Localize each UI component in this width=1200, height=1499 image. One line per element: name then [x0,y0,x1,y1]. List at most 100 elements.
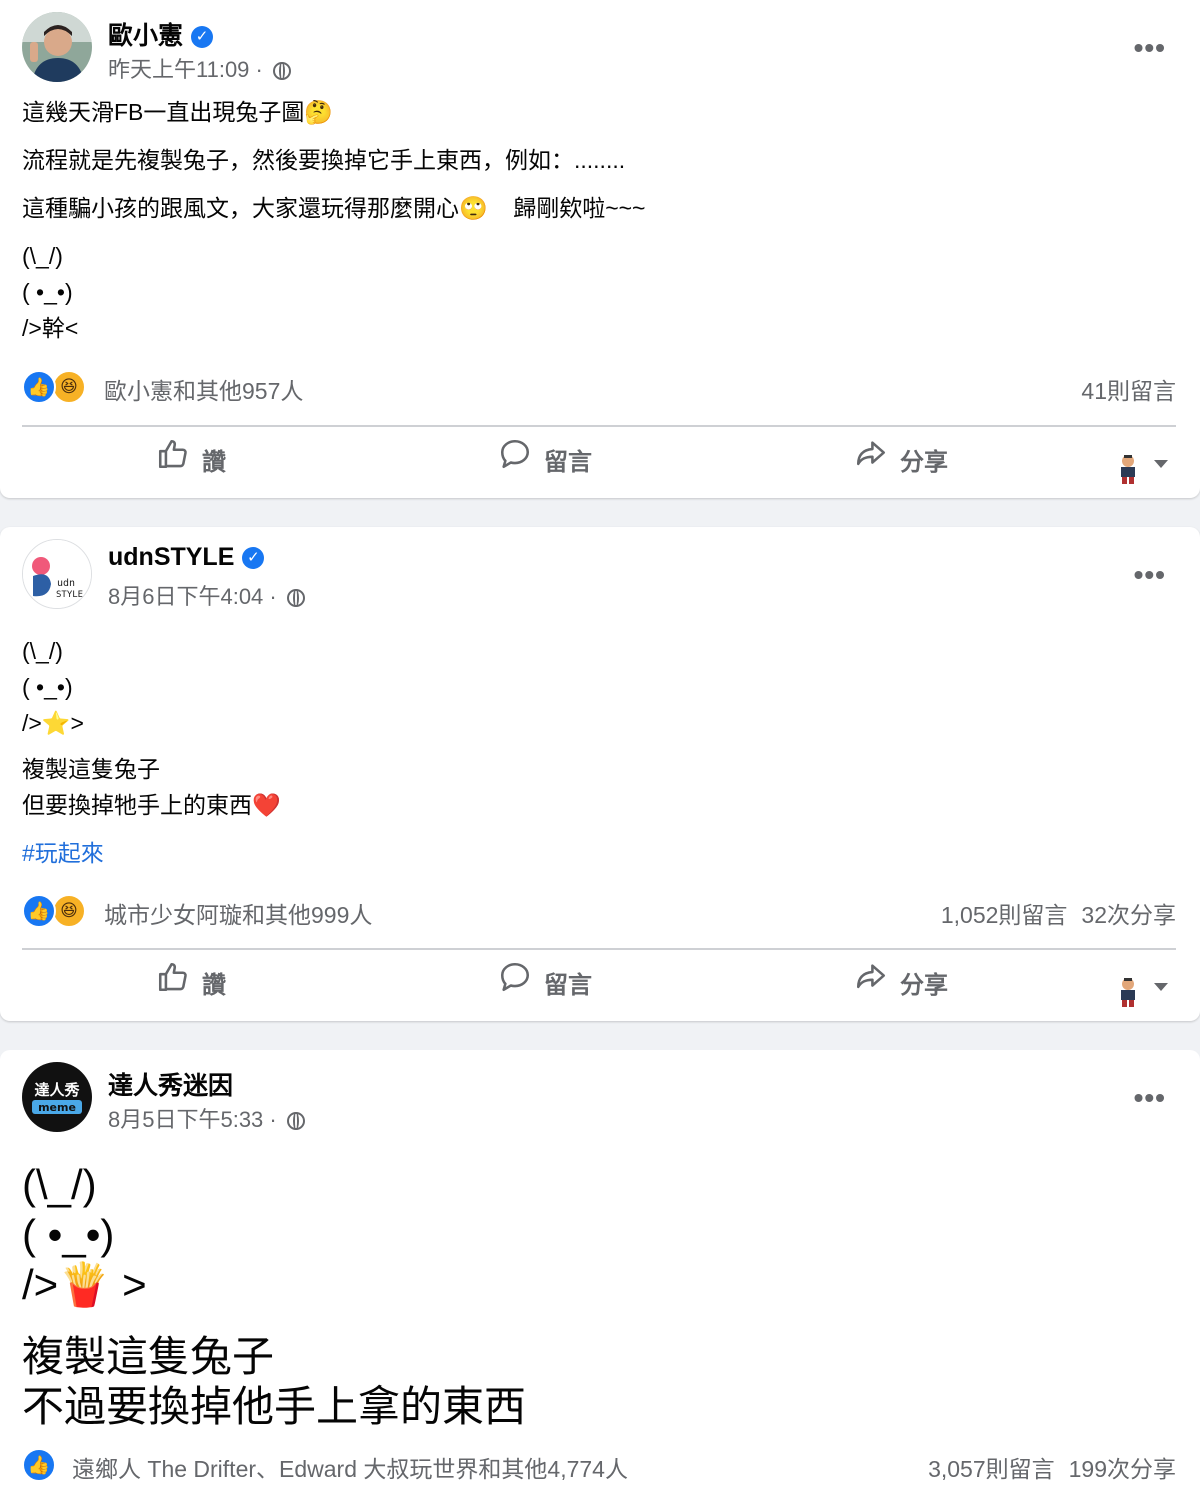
timestamp-text[interactable]: 昨天上午11:09 · [108,57,263,82]
avatar-logo-meme: meme [38,1101,76,1114]
thumbs-up-icon [156,434,190,494]
like-label: 讚 [202,449,226,476]
comments-count[interactable]: 1,052則留言 [941,902,1068,928]
thumbs-up-icon [156,957,190,1017]
page-avatar-icon [1112,448,1144,484]
post-text-line: ( •_•) [22,279,73,305]
like-label: 讚 [202,972,226,999]
post-text-line: 這幾天滑FB一直出現兔子圖🤔 [22,99,334,125]
comment-button[interactable]: 留言 [498,433,592,493]
reactions-summary[interactable]: 歐小憲和其他957人 [104,372,303,406]
comments-count[interactable]: 41則留言 [1081,378,1176,404]
shares-count[interactable]: 32次分享 [1081,902,1176,928]
post-body: 這幾天滑FB一直出現兔子圖🤔 流程就是先複製兔子，然後要換掉它手上東西，例如：.… [22,94,1178,346]
post-header: 歐小憲 ✓ 昨天上午11:09 · ••• [22,12,1178,82]
engagement-counts: 3,057則留言 199次分享 [928,1450,1176,1484]
chevron-down-icon [1154,982,1168,991]
timestamp-text[interactable]: 8月6日下午4:04 · [108,584,277,609]
comment-button[interactable]: 留言 [498,956,592,1016]
author-name-text[interactable]: 歐小憲 [108,22,183,50]
engagement-counts: 41則留言 [1081,372,1176,406]
share-arrow-icon [854,957,888,1017]
post-text-line: 這種騙小孩的跟風文，大家還玩得那麼開心🙄 歸剛欸啦~~~ [22,195,646,221]
post-timestamp[interactable]: 昨天上午11:09 · [108,52,291,84]
post-text-line: />幹< [22,315,79,341]
like-reaction-icon: 👍 [22,894,56,928]
post-text-line: 複製這隻兔子 [22,756,160,782]
author-name-text[interactable]: udnSTYLE [108,543,234,571]
post-card: udn STYLE udnSTYLE ✓ 8月6日下午4:04 · ••• (\_… [0,527,1200,1021]
action-bar: 讚 留言 分享 [22,433,1176,493]
chevron-down-icon [1154,459,1168,468]
post-text-line: (\_/) [22,1161,97,1208]
reaction-icons[interactable]: 👍 😆 [22,370,94,404]
post-text-line: />🍟 > [22,1261,147,1308]
hashtag-link[interactable]: #玩起來 [22,835,1178,871]
post-text-line: (\_/) [22,638,63,664]
post-text-line: ( •_•) [22,674,73,700]
like-reaction-icon: 👍 [22,370,56,404]
reactions-summary[interactable]: 城市少女阿璇和其他999人 [104,896,372,930]
action-bar: 讚 留言 分享 [22,956,1176,1016]
author-avatar[interactable] [22,12,92,82]
engagement-counts: 1,052則留言 32次分享 [941,896,1176,930]
author-name[interactable]: 歐小憲 ✓ [108,16,214,52]
post-header: udn STYLE udnSTYLE ✓ 8月6日下午4:04 · ••• [22,539,1178,609]
author-name-text[interactable]: 達人秀迷因 [108,1072,233,1100]
reaction-icons[interactable]: 👍 [22,1448,62,1482]
share-arrow-icon [854,434,888,494]
post-timestamp[interactable]: 8月5日下午5:33 · [108,1102,305,1134]
like-button[interactable]: 讚 [156,956,226,1016]
reactions-bar: 👍 😆 歐小憲和其他957人 41則留言 [22,368,1176,408]
timestamp-text[interactable]: 8月5日下午5:33 · [108,1107,277,1132]
react-as-selector[interactable] [1112,956,1168,1016]
like-button[interactable]: 讚 [156,433,226,493]
reactions-bar: 👍 遠鄉人 The Drifter、Edward 大叔玩世界和其他4,774人 … [22,1446,1176,1486]
post-text-line: ( •_•) [22,1211,115,1258]
post-timestamp[interactable]: 8月6日下午4:04 · [108,579,305,611]
avatar-logo-style: STYLE [56,590,83,600]
share-button[interactable]: 分享 [854,433,948,493]
globe-icon [273,62,291,80]
reaction-icons[interactable]: 👍 😆 [22,894,94,928]
post-text-line: 流程就是先複製兔子，然後要換掉它手上東西，例如：........ [22,147,626,173]
avatar-logo-udn: udn [57,578,75,589]
comment-label: 留言 [544,449,592,476]
post-body: (\_/) ( •_•) />🍟 > 複製這隻兔子 不過要換掉他手上拿的東西 [22,1160,1178,1432]
post-body: (\_/) ( •_•) />⭐> 複製這隻兔子 但要換掉牠手上的東西❤️ #玩… [22,633,1178,871]
author-avatar[interactable]: udn STYLE [22,539,92,609]
post-text-line: />⭐> [22,710,84,736]
haha-reaction-icon: 😆 [52,894,86,928]
haha-reaction-icon: 😆 [52,370,86,404]
page-avatar-icon [1112,971,1144,1007]
more-options-button[interactable]: ••• [1134,559,1166,591]
shares-count[interactable]: 199次分享 [1069,1456,1176,1482]
reactions-summary[interactable]: 遠鄉人 The Drifter、Edward 大叔玩世界和其他4,774人 [72,1450,628,1484]
share-label: 分享 [900,449,948,476]
verified-badge-icon: ✓ [242,547,265,569]
author-name[interactable]: 達人秀迷因 [108,1066,233,1102]
share-button[interactable]: 分享 [854,956,948,1016]
post-text-line: 複製這隻兔子 [22,1333,275,1380]
post-header: 達人秀 meme 達人秀迷因 8月5日下午5:33 · ••• [22,1062,1178,1132]
post-card: 歐小憲 ✓ 昨天上午11:09 · ••• 這幾天滑FB一直出現兔子圖🤔 流程就是… [0,0,1200,498]
divider [22,425,1176,427]
like-reaction-icon: 👍 [22,1448,56,1482]
comment-bubble-icon [498,957,532,1017]
verified-badge-icon: ✓ [191,26,214,48]
share-label: 分享 [900,972,948,999]
post-text-line: 不過要換掉他手上拿的東西 [22,1383,527,1430]
author-avatar[interactable]: 達人秀 meme [22,1062,92,1132]
more-options-button[interactable]: ••• [1134,1082,1166,1114]
author-name[interactable]: udnSTYLE ✓ [108,543,265,572]
more-options-button[interactable]: ••• [1134,32,1166,64]
avatar-logo-title: 達人秀 [34,1081,80,1099]
globe-icon [286,589,305,607]
post-text-line: (\_/) [22,243,63,269]
post-text-line: 但要換掉牠手上的東西❤️ [22,792,281,818]
comments-count[interactable]: 3,057則留言 [928,1456,1055,1482]
divider [22,948,1176,950]
globe-icon [286,1112,305,1130]
react-as-selector[interactable] [1112,433,1168,493]
comment-label: 留言 [544,972,592,999]
